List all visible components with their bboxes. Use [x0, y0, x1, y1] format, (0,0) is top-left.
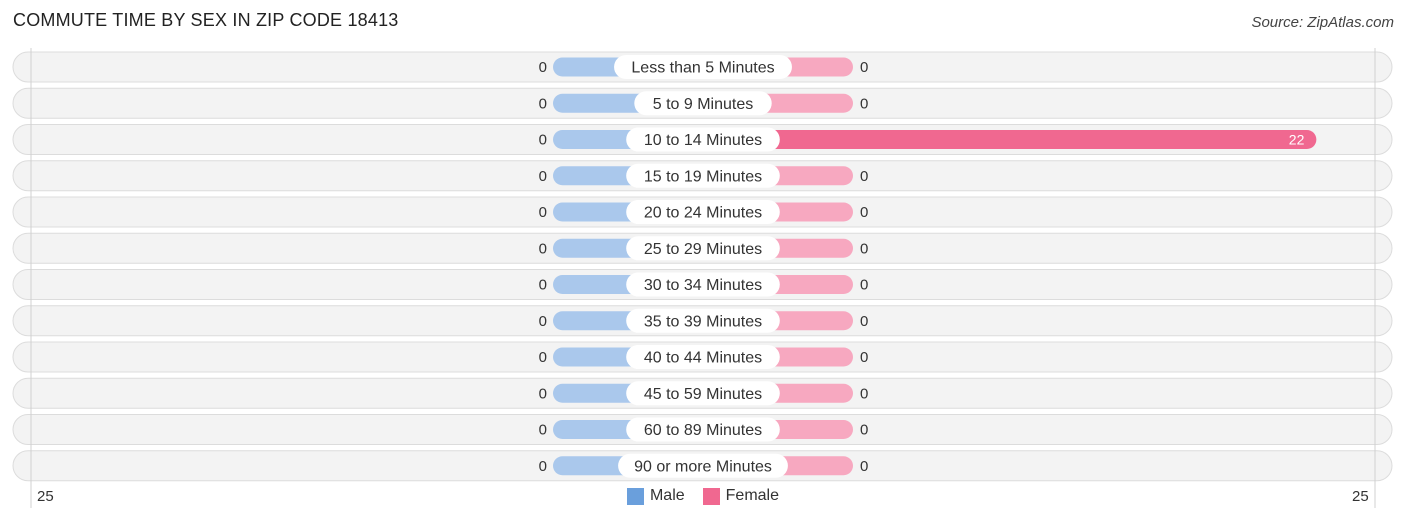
- value-label-female: 0: [860, 422, 868, 439]
- category-label: 60 to 89 Minutes: [644, 422, 762, 439]
- bar-female: [703, 130, 1317, 149]
- category-label: 20 to 24 Minutes: [644, 205, 762, 222]
- value-label-female: 0: [860, 349, 868, 366]
- value-label-male: 0: [539, 349, 547, 366]
- value-label-male: 0: [539, 168, 547, 185]
- category-label: 35 to 39 Minutes: [644, 313, 762, 330]
- value-label-female: 0: [860, 313, 868, 330]
- category-label: 45 to 59 Minutes: [644, 386, 762, 403]
- value-label-female: 0: [860, 240, 868, 257]
- category-label: 40 to 44 Minutes: [644, 350, 762, 367]
- value-label-female: 0: [860, 168, 868, 185]
- legend-item-male: Male: [626, 487, 685, 505]
- value-label-female: 0: [860, 59, 868, 76]
- legend: Male Female: [0, 487, 1406, 505]
- legend-label-male: Male: [649, 487, 685, 504]
- value-label-male: 0: [539, 277, 547, 294]
- value-label-male: 0: [539, 59, 547, 76]
- chart-canvas: 0 0 Less than 5 Minutes 0 0 5 to 9 Minutes 0 22…: [12, 48, 1393, 508]
- category-label: 90 or more Minutes: [634, 458, 772, 475]
- category-label: 25 to 29 Minutes: [644, 241, 762, 258]
- category-label: 5 to 9 Minutes: [653, 96, 754, 113]
- category-label: 30 to 34 Minutes: [644, 277, 762, 294]
- value-label-female: 0: [860, 95, 868, 112]
- value-label-male: 0: [539, 204, 547, 221]
- legend-item-female: Female: [702, 487, 780, 505]
- value-label-female: 0: [860, 385, 868, 402]
- value-label-male: 0: [539, 458, 547, 475]
- value-label-female: 0: [860, 277, 868, 294]
- value-label-male: 0: [539, 422, 547, 439]
- value-label-female: 22: [1289, 132, 1305, 148]
- value-label-male: 0: [539, 385, 547, 402]
- value-label-female: 0: [860, 458, 868, 475]
- legend-swatch-male: [626, 487, 644, 505]
- category-label: 10 to 14 Minutes: [644, 132, 762, 149]
- legend-swatch-female: [702, 487, 720, 505]
- value-label-female: 0: [860, 204, 868, 221]
- value-label-male: 0: [539, 95, 547, 112]
- category-label: Less than 5 Minutes: [631, 60, 774, 77]
- value-label-male: 0: [539, 132, 547, 149]
- value-label-male: 0: [539, 240, 547, 257]
- category-label: 15 to 19 Minutes: [644, 168, 762, 185]
- value-label-male: 0: [539, 313, 547, 330]
- legend-label-female: Female: [725, 487, 780, 504]
